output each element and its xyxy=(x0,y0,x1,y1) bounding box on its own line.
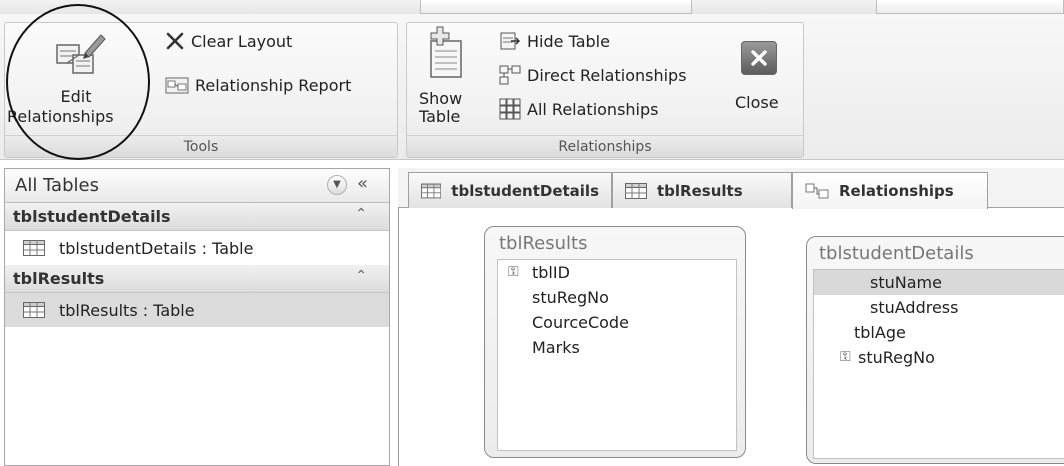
navigation-pane: All Tables ▼ « tblstudentDetails ⌃ tblst… xyxy=(4,168,390,466)
table-box-tblresults[interactable]: tblResults ⚿ tblID stuRegNo CourceCode M… xyxy=(484,226,746,458)
show-table-button[interactable]: Show Table xyxy=(413,25,469,135)
direct-relationships-button[interactable]: Direct Relationships xyxy=(499,63,687,87)
field-list: stuName stuAddress tblAge ⚿ stuRegNo xyxy=(813,269,1064,459)
tab-relationships[interactable]: Relationships xyxy=(792,172,988,209)
tab-label: Relationships xyxy=(839,182,954,200)
field-row[interactable]: tblAge xyxy=(814,320,1064,345)
nav-title: All Tables xyxy=(15,175,99,196)
field-name: stuAddress xyxy=(870,298,959,317)
field-row[interactable]: Marks xyxy=(498,335,736,360)
hide-table-label: Hide Table xyxy=(527,31,610,51)
primary-key-icon: ⚿ xyxy=(508,264,519,280)
field-row[interactable]: CourceCode xyxy=(498,310,736,335)
nav-menu-chevron-icon[interactable]: ▼ xyxy=(327,175,347,195)
field-name: tblAge xyxy=(854,323,906,342)
ribbon-tab[interactable] xyxy=(876,0,1064,14)
table-box-tblstudentdetails[interactable]: tblstudentDetails stuName stuAddress tbl… xyxy=(806,236,1064,464)
nav-item-label: tblResults : Table xyxy=(59,300,195,320)
close-label: Close xyxy=(735,93,779,112)
table-icon xyxy=(23,302,45,318)
tab-tblstudentdetails[interactable]: tblstudentDetails xyxy=(408,172,612,208)
nav-group-header-tblstudentdetails[interactable]: tblstudentDetails ⌃ xyxy=(5,203,389,231)
nav-item-tblstudentdetails[interactable]: tblstudentDetails : Table xyxy=(5,231,389,265)
field-row-selected[interactable]: stuName xyxy=(814,270,1064,295)
ribbon-tab[interactable] xyxy=(420,0,692,14)
field-list: ⚿ tblID stuRegNo CourceCode Marks xyxy=(497,259,737,451)
field-name: stuRegNo xyxy=(858,348,935,367)
field-row[interactable]: stuAddress xyxy=(814,295,1064,320)
relationships-icon xyxy=(805,183,829,199)
ribbon-tab-active[interactable] xyxy=(700,0,870,14)
nav-item-tblresults[interactable]: tblResults : Table xyxy=(5,293,389,327)
field-row-key[interactable]: ⚿ tblID xyxy=(498,260,736,285)
all-relationships-button[interactable]: All Relationships xyxy=(499,97,658,121)
table-box-title: tblResults xyxy=(499,233,588,254)
show-table-icon xyxy=(430,26,462,78)
table-icon xyxy=(625,182,647,199)
clear-x-icon xyxy=(165,31,185,51)
hide-table-icon xyxy=(499,31,521,51)
primary-key-icon: ⚿ xyxy=(840,349,851,365)
nav-header[interactable]: All Tables ▼ « xyxy=(5,169,389,203)
field-row-key[interactable]: ⚿ stuRegNo xyxy=(814,345,1064,370)
show-table-label-line2: Table xyxy=(419,107,461,126)
collapse-chevron-icon[interactable]: ⌃ xyxy=(355,206,367,222)
hide-table-button[interactable]: Hide Table xyxy=(499,29,610,53)
nav-item-label: tblstudentDetails : Table xyxy=(59,238,254,258)
direct-relationships-icon xyxy=(499,64,521,86)
all-relationships-icon xyxy=(499,98,521,120)
direct-relationships-label: Direct Relationships xyxy=(527,65,687,85)
table-box-title: tblstudentDetails xyxy=(819,243,974,264)
clear-layout-button[interactable]: Clear Layout xyxy=(165,29,292,53)
edit-relationships-label-line2: Relationships xyxy=(7,107,114,126)
tab-label: tblResults xyxy=(657,181,743,200)
table-icon xyxy=(421,183,442,198)
nav-group-header-tblresults[interactable]: tblResults ⌃ xyxy=(5,265,389,293)
field-name: tblID xyxy=(532,263,570,282)
table-icon xyxy=(23,240,45,256)
relationship-report-icon xyxy=(165,75,189,95)
field-name: Marks xyxy=(532,338,580,357)
close-button[interactable]: Close xyxy=(731,41,789,131)
field-name: stuRegNo xyxy=(532,288,609,307)
close-icon xyxy=(741,41,777,75)
show-table-label-line1: Show xyxy=(419,89,463,108)
tab-tblresults[interactable]: tblResults xyxy=(612,172,792,208)
collapse-chevron-icon[interactable]: ⌃ xyxy=(355,268,367,284)
relationships-group: Show Table Hide Table Direct Relationshi… xyxy=(406,22,804,158)
nav-collapse-icon[interactable]: « xyxy=(357,173,368,194)
field-name: CourceCode xyxy=(532,313,629,332)
relationship-report-button[interactable]: Relationship Report xyxy=(165,73,351,97)
nav-group-title: tblResults xyxy=(13,269,105,288)
field-name: stuName xyxy=(870,273,942,292)
all-relationships-label: All Relationships xyxy=(527,99,659,119)
tools-group: Edit Relationships Clear Layout Relation… xyxy=(4,22,398,158)
edit-relationships-button[interactable]: Edit Relationships xyxy=(7,29,141,133)
edit-relationships-label-line1: Edit xyxy=(60,87,92,106)
field-row[interactable]: stuRegNo xyxy=(498,285,736,310)
relationships-group-label: Relationships xyxy=(407,135,803,157)
nav-group-title: tblstudentDetails xyxy=(13,207,171,226)
tab-label: tblstudentDetails xyxy=(451,181,599,200)
relationship-report-label: Relationship Report xyxy=(195,75,352,95)
tools-group-label: Tools xyxy=(5,135,397,157)
clear-layout-label: Clear Layout xyxy=(191,31,293,51)
edit-relationships-icon xyxy=(56,34,106,74)
